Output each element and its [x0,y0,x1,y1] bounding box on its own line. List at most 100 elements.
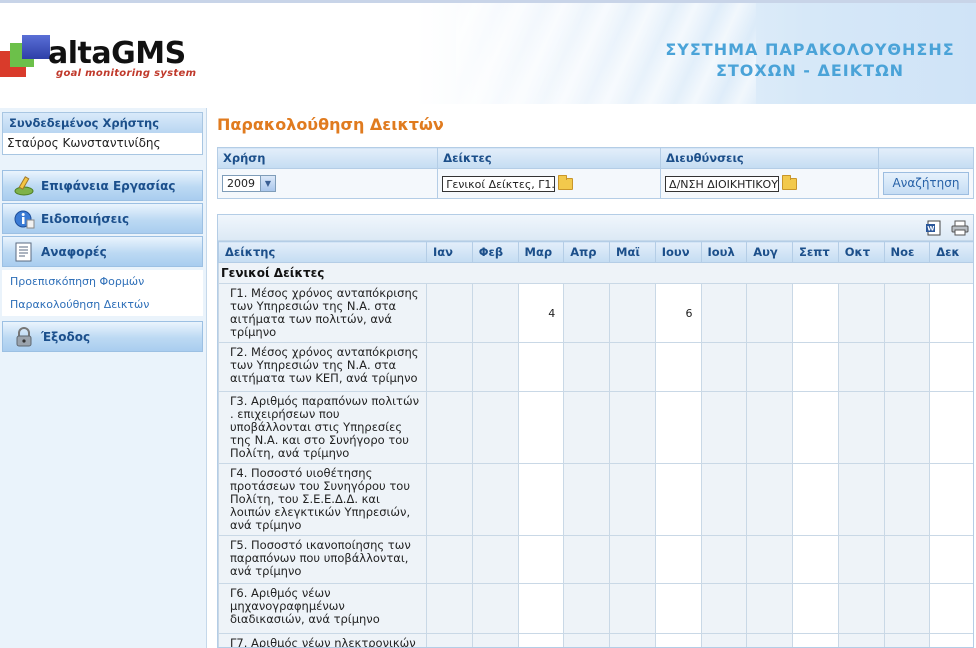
month-value-cell[interactable] [929,342,973,392]
month-value-cell[interactable] [700,535,748,584]
directorates-input[interactable]: Δ/ΝΣΗ ΔΙΟΙΚΗΤΙΚΟΥ [665,175,780,192]
month-value-cell[interactable] [700,283,748,343]
month-value-cell[interactable] [837,633,885,647]
month-value-cell[interactable] [471,535,519,584]
nav-reports-button[interactable]: Αναφορές [2,236,203,267]
month-value-cell[interactable] [517,583,565,634]
chevron-down-icon[interactable]: ▼ [260,176,275,191]
month-value-cell[interactable] [883,583,931,634]
month-value-cell[interactable] [471,283,519,343]
submenu-forms-preview-link[interactable]: Προεπισκόπηση Φορμών [2,270,203,293]
month-value-cell[interactable] [471,583,519,634]
month-value-cell[interactable] [471,342,519,392]
month-value-cell[interactable] [517,342,565,392]
month-value-cell[interactable] [883,463,931,536]
month-value-cell[interactable] [700,633,748,647]
month-value-cell[interactable] [609,583,656,634]
month-value-cell[interactable] [929,583,973,634]
month-value-cell[interactable] [883,535,931,584]
folder-icon[interactable] [782,174,798,190]
month-value-cell[interactable] [700,583,748,634]
nav-workspace-button[interactable]: Επιφάνεια Εργασίας [2,170,203,201]
month-value-cell[interactable] [471,391,519,464]
month-value-cell[interactable] [426,463,473,536]
month-value-cell[interactable] [563,583,610,634]
month-value-cell[interactable] [792,535,839,584]
month-value-cell[interactable] [883,391,931,464]
month-value-cell[interactable] [746,342,793,392]
month-value-cell[interactable] [883,283,931,343]
month-value-cell[interactable] [517,463,565,536]
month-value-cell[interactable] [883,633,931,647]
month-value-cell[interactable] [517,535,565,584]
month-value-cell[interactable] [426,342,473,392]
month-value-cell[interactable] [929,633,973,647]
month-value-cell[interactable] [563,391,610,464]
month-value-cell[interactable] [563,633,610,647]
month-value-cell[interactable] [609,391,656,464]
month-value-cell[interactable] [654,342,702,392]
month-value-cell[interactable] [746,391,793,464]
month-value-cell[interactable] [837,391,885,464]
word-export-icon[interactable]: W [926,220,942,236]
printer-icon[interactable] [951,220,969,236]
month-value-cell[interactable] [563,342,610,392]
month-value-cell[interactable]: 4 [517,283,565,343]
month-value-cell[interactable] [609,535,656,584]
folder-icon[interactable] [558,174,574,190]
month-value-cell[interactable] [654,583,702,634]
month-value-cell[interactable] [746,535,793,584]
month-value-cell[interactable] [746,283,793,343]
month-value-cell[interactable] [563,283,610,343]
month-value-cell[interactable] [654,463,702,536]
month-value-cell[interactable] [563,535,610,584]
nav-notifications-button[interactable]: Ειδοποιήσεις [2,203,203,234]
month-value-cell[interactable] [837,283,885,343]
month-value-cell[interactable] [837,342,885,392]
month-value-cell[interactable] [746,583,793,634]
month-value-cell[interactable] [746,463,793,536]
month-value-cell[interactable] [471,633,519,647]
month-value-cell[interactable] [426,633,473,647]
year-select[interactable]: 2009 ▼ [222,175,276,192]
workspace-pencil-icon [13,175,35,197]
month-value-cell[interactable] [837,583,885,634]
month-value-cell[interactable] [700,342,748,392]
month-value-cell[interactable] [654,391,702,464]
month-value-cell[interactable] [746,633,793,647]
month-value-cell[interactable] [700,391,748,464]
month-value-cell[interactable]: 6 [654,283,702,343]
month-value-cell[interactable] [426,391,473,464]
month-value-cell[interactable] [929,391,973,464]
month-value-cell[interactable] [563,463,610,536]
month-value-cell[interactable] [654,535,702,584]
nav-exit-button[interactable]: Έξοδος [2,321,203,352]
month-value-cell[interactable] [609,463,656,536]
month-value-cell[interactable] [609,283,656,343]
month-value-cell[interactable] [837,463,885,536]
month-value-cell[interactable] [517,633,565,647]
month-value-cell[interactable] [929,535,973,584]
month-value-cell[interactable] [883,342,931,392]
submenu-indicator-monitoring-link[interactable]: Παρακολούθηση Δεικτών [2,293,203,316]
month-value-cell[interactable] [609,633,656,647]
month-value-cell[interactable] [792,633,839,647]
month-value-cell[interactable] [837,535,885,584]
month-value-cell[interactable] [700,463,748,536]
month-value-cell[interactable] [426,283,473,343]
month-value-cell[interactable] [609,342,656,392]
month-value-cell[interactable] [471,463,519,536]
month-value-cell[interactable] [426,583,473,634]
indicators-input[interactable]: Γενικοί Δείκτες, Γ1. [442,175,556,192]
month-value-cell[interactable] [654,633,702,647]
month-value-cell[interactable] [929,283,973,343]
month-value-cell[interactable] [517,391,565,464]
month-value-cell[interactable] [426,535,473,584]
month-value-cell[interactable] [792,463,839,536]
search-button[interactable]: Αναζήτηση [882,172,969,195]
month-value-cell[interactable] [792,583,839,634]
month-value-cell[interactable] [792,342,839,392]
month-value-cell[interactable] [929,463,973,536]
month-value-cell[interactable] [792,391,839,464]
month-value-cell[interactable] [792,283,839,343]
